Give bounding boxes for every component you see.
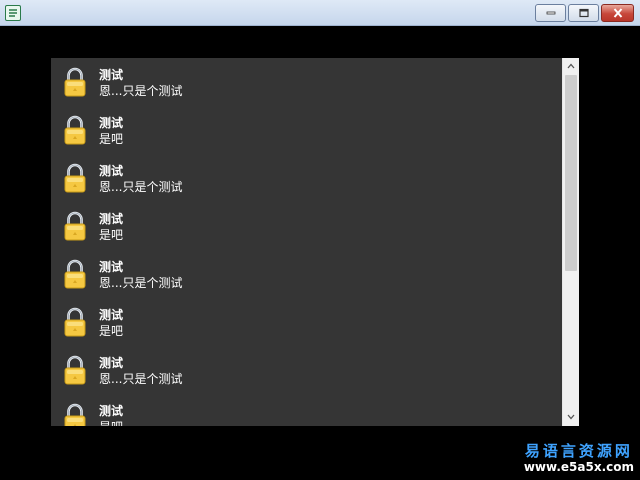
close-icon <box>613 8 622 18</box>
lock-icon <box>63 67 87 97</box>
chevron-up-icon <box>567 63 575 69</box>
list-item[interactable]: 测试恩...只是个测试 <box>51 250 562 298</box>
item-subtitle: 恩...只是个测试 <box>99 84 183 98</box>
app-icon[interactable] <box>5 5 21 21</box>
watermark: 易语言资源网 www.e5a5x.com <box>524 442 634 474</box>
list-item[interactable]: 测试是吧 <box>51 106 562 154</box>
lock-icon <box>63 259 87 289</box>
list-item[interactable]: 测试是吧 <box>51 394 562 426</box>
item-title: 测试 <box>99 164 124 178</box>
item-title: 测试 <box>99 308 124 322</box>
item-list[interactable]: 测试 恩...只是个测试 测试 是吧 测试 恩...只是个测试 测试 是吧 测试 恩...只是个测… <box>51 58 562 426</box>
scroll-down-button[interactable] <box>563 409 579 426</box>
item-title: 测试 <box>99 260 124 274</box>
item-subtitle: 是吧 <box>99 132 124 146</box>
item-subtitle: 恩...只是个测试 <box>99 276 183 290</box>
scroll-up-button[interactable] <box>563 58 579 75</box>
vertical-scrollbar[interactable] <box>562 58 579 426</box>
main-window: 测试 恩...只是个测试 测试 是吧 测试 恩...只是个测试 测试 是吧 测试 恩...只是个测… <box>0 0 640 480</box>
item-title: 测试 <box>99 116 124 130</box>
list-item[interactable]: 测试是吧 <box>51 298 562 346</box>
maximize-button[interactable] <box>568 4 599 22</box>
maximize-icon <box>578 8 589 18</box>
lock-icon <box>63 307 87 337</box>
list-item[interactable]: 测试恩...只是个测试 <box>51 154 562 202</box>
lock-icon <box>63 163 87 193</box>
list-panel: 测试 恩...只是个测试 测试 是吧 测试 恩...只是个测试 测试 是吧 测试 恩...只是个测… <box>51 58 579 426</box>
chevron-down-icon <box>567 414 575 420</box>
list-item[interactable]: 测试恩...只是个测试 <box>51 346 562 394</box>
item-subtitle: 恩...只是个测试 <box>99 180 183 194</box>
lock-icon <box>63 355 87 385</box>
item-title: 测试 <box>99 212 124 226</box>
item-title: 测试 <box>99 356 124 370</box>
item-title: 测试 <box>99 404 124 418</box>
scroll-thumb[interactable] <box>565 75 577 271</box>
lock-icon <box>63 115 87 145</box>
list-item[interactable]: 测试是吧 <box>51 202 562 250</box>
minimize-icon <box>546 11 555 15</box>
close-button[interactable] <box>601 4 634 22</box>
item-subtitle: 是吧 <box>99 324 124 338</box>
minimize-button[interactable] <box>535 4 566 22</box>
item-subtitle: 是吧 <box>99 420 123 426</box>
title-bar[interactable] <box>0 0 640 26</box>
list-item[interactable]: 测试恩...只是个测试 <box>51 58 562 106</box>
item-subtitle: 恩...只是个测试 <box>99 372 183 386</box>
watermark-url: www.e5a5x.com <box>523 460 634 474</box>
watermark-name: 易语言资源网 <box>524 442 633 460</box>
lock-icon <box>63 403 87 426</box>
item-subtitle: 是吧 <box>99 228 124 242</box>
item-title: 测试 <box>99 68 124 82</box>
lock-icon <box>63 211 87 241</box>
